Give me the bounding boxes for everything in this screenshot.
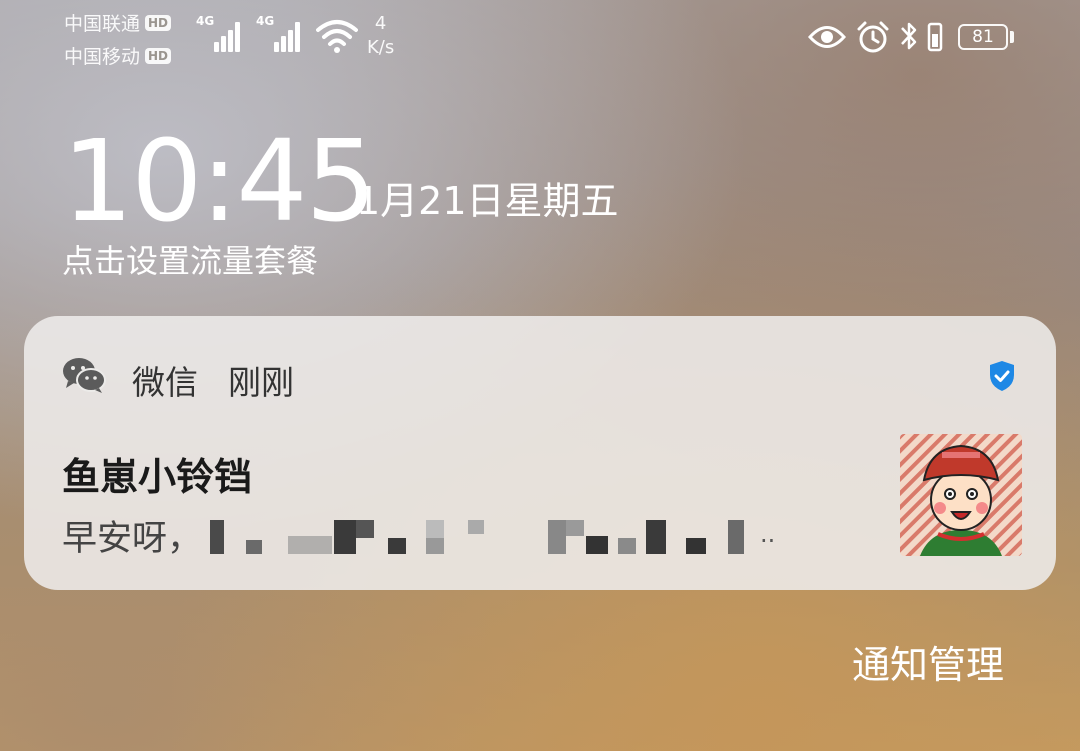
data-plan-hint[interactable]: 点击设置流量套餐 [62, 236, 318, 282]
shield-check-icon [990, 361, 1014, 391]
vibrate-icon [927, 22, 943, 52]
carrier-1: 中国联通 HD [64, 9, 172, 36]
sender-avatar [900, 434, 1022, 556]
lockscreen-time: 10:45 [62, 117, 377, 247]
speed-unit: K/s [367, 37, 395, 58]
wechat-notification-card[interactable]: 微信 刚刚 鱼崽小铃铛 早安呀， .. [24, 316, 1056, 590]
message-preview: 早安呀， .. [62, 510, 790, 561]
hd-badge: HD [145, 47, 172, 64]
signal-2-type: 4G [256, 14, 275, 28]
pixelated-message: .. [210, 516, 790, 556]
signal-2-icon: 4G [256, 14, 308, 52]
sender-name: 鱼崽小铃铛 [62, 455, 253, 499]
message-prefix: 早安呀， [62, 519, 203, 559]
signal-1-icon: 4G [196, 14, 248, 52]
manage-notifications-button[interactable]: 通知管理 [852, 634, 1004, 689]
wifi-icon [316, 20, 358, 53]
network-speed: 4 K/s [367, 12, 394, 60]
speed-value: 4 [374, 13, 387, 34]
carrier-2: 中国移动 HD [64, 42, 172, 69]
signal-1-type: 4G [196, 14, 215, 28]
wechat-icon [63, 358, 106, 393]
alarm-icon [857, 21, 889, 53]
carrier-2-label: 中国移动 [64, 46, 141, 68]
app-name: 微信 [132, 363, 198, 402]
status-bar: 中国联通 HD 中国移动 HD 4G 4G 4 K/s 81 [0, 0, 1080, 75]
notification-time: 刚刚 [228, 363, 294, 402]
battery-icon: 81 [958, 24, 1008, 50]
message-ellipsis: .. [760, 519, 776, 548]
lockscreen-date: 1月21日星期五 [356, 179, 619, 223]
eye-icon [808, 26, 846, 48]
battery-level: 81 [972, 27, 994, 47]
hd-badge: HD [145, 14, 172, 31]
bluetooth-icon [901, 22, 917, 50]
battery-cap [1010, 31, 1014, 43]
carrier-1-label: 中国联通 [64, 13, 141, 35]
